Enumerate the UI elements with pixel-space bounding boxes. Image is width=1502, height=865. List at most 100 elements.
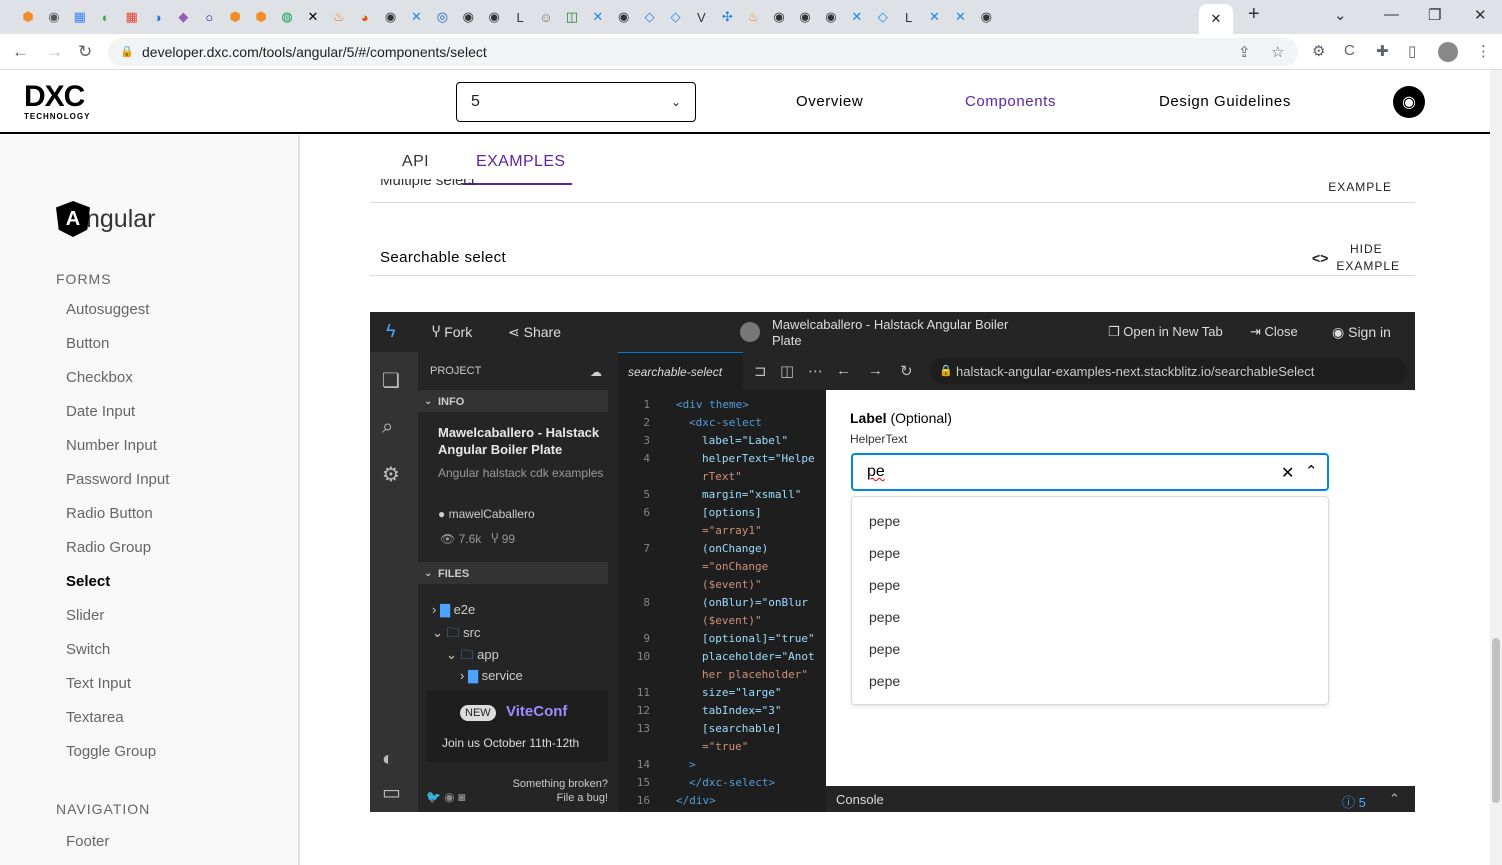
chevron-up-icon[interactable]: ⌃ [1305, 462, 1318, 480]
sidebar-item-radio-button[interactable]: Radio Button [66, 505, 153, 522]
select-option[interactable]: pepe [869, 577, 900, 593]
new-tab-button[interactable]: + [1248, 3, 1260, 26]
code-line[interactable]: helperText="Helpe [702, 452, 815, 465]
pinned-tab-favicon-icon[interactable]: ✣ [717, 7, 737, 27]
pin-icon[interactable]: ⊐ [754, 362, 767, 380]
pinned-tab-favicon-icon[interactable]: ◇ [666, 7, 686, 27]
sidebar-item-button[interactable]: Button [66, 335, 109, 352]
pinned-tab-favicon-icon[interactable]: ☺ [536, 7, 556, 27]
info-section-header[interactable]: ⌄ INFO [418, 390, 608, 412]
sidebar-item-text-input[interactable]: Text Input [66, 675, 131, 692]
code-line[interactable]: [searchable] [702, 722, 781, 735]
sidebar-item-switch[interactable]: Switch [66, 641, 110, 658]
pinned-tab-favicon-icon[interactable]: ◉ [795, 7, 815, 27]
pinned-tab-favicon-icon[interactable]: ◎ [432, 7, 452, 27]
code-line[interactable]: (onBlur)="onBlur [702, 596, 808, 609]
pinned-tab-favicon-icon[interactable]: ◆ [173, 7, 193, 27]
sidebar-item-checkbox[interactable]: Checkbox [66, 369, 133, 386]
pinned-tab-favicon-icon[interactable]: ◉ [484, 7, 504, 27]
settings-gear-icon[interactable]: ⚙ [382, 462, 400, 487]
cloud-icon[interactable]: ☁ [590, 365, 602, 379]
file-tree-item[interactable]: › ▇ e2e [432, 602, 475, 618]
code-line[interactable]: rText" [702, 470, 742, 483]
select-option[interactable]: pepe [869, 609, 900, 625]
sidebar-item-select[interactable]: Select [66, 573, 110, 590]
editor-tab[interactable]: searchable-select [618, 352, 743, 390]
sidebar-item-number-input[interactable]: Number Input [66, 437, 157, 454]
side-panel-icon[interactable]: ▯ [1408, 42, 1416, 60]
code-line[interactable]: ="array1" [702, 524, 762, 537]
code-line[interactable]: size="large" [702, 686, 781, 699]
pinned-tab-favicon-icon[interactable]: ◉ [976, 7, 996, 27]
select-option[interactable]: pepe [869, 545, 900, 561]
tab-api[interactable]: API [402, 153, 429, 171]
search-icon[interactable]: ⌕ [382, 416, 393, 439]
back-icon[interactable]: ← [12, 42, 29, 62]
pinned-tab-favicon-icon[interactable]: ⬢ [18, 7, 38, 27]
preview-url-bar[interactable]: 🔒 halstack-angular-examples-next.stackbl… [930, 358, 1408, 384]
page-scrollbar[interactable] [1490, 70, 1502, 865]
scrollbar-thumb[interactable] [1492, 638, 1500, 803]
pinned-tab-favicon-icon[interactable]: ◉ [614, 7, 634, 27]
file-tree-item[interactable]: ⌄ 🗀 src [432, 624, 480, 646]
pinned-tab-favicon-icon[interactable]: ◑ [148, 7, 168, 27]
share-button[interactable]: ⋖ Share [508, 324, 561, 341]
report-bug-link[interactable]: Something broken? File a bug! [513, 777, 608, 805]
console-bar[interactable]: Console ⓘ 5 ⌃ [826, 786, 1415, 812]
close-window-icon[interactable]: ✕ [1474, 6, 1487, 24]
pinned-tab-favicon-icon[interactable]: ♨ [329, 7, 349, 27]
code-line[interactable]: > [689, 758, 696, 771]
files-section-header[interactable]: ⌄ FILES [418, 562, 608, 584]
pinned-tab-favicon-icon[interactable]: L [899, 7, 919, 27]
restore-icon[interactable]: ❐ [1428, 6, 1441, 24]
address-bar[interactable]: 🔒 developer.dxc.com/tools/angular/5/#/co… [108, 38, 1298, 66]
pinned-tab-favicon-icon[interactable]: ⬢ [251, 7, 271, 27]
nav-design-guidelines[interactable]: Design Guidelines [1159, 93, 1291, 110]
close-tab-icon[interactable]: ✕ [1211, 11, 1222, 27]
nav-components[interactable]: Components [965, 93, 1056, 110]
code-line[interactable]: [optional]="true" [702, 632, 815, 645]
layout-icon[interactable]: ▭ [382, 780, 401, 805]
pinned-tab-favicon-icon[interactable]: ✕ [925, 7, 945, 27]
sign-in-button[interactable]: ◉ Sign in [1332, 324, 1391, 341]
reload-icon[interactable]: ↻ [900, 362, 913, 380]
pinned-tab-favicon-icon[interactable]: ◕ [355, 7, 375, 27]
select-option[interactable]: pepe [869, 673, 900, 689]
social-icons[interactable]: 🐦 ◉ ◙ [426, 790, 465, 804]
info-user[interactable]: ● mawelCaballero [438, 507, 535, 521]
code-line[interactable]: <div theme> [676, 398, 749, 411]
code-line[interactable]: margin="xsmall" [702, 488, 801, 501]
tab-examples[interactable]: EXAMPLES [476, 153, 565, 171]
github-icon[interactable]: ◉ [1393, 86, 1425, 118]
clear-icon[interactable]: ✕ [1281, 463, 1294, 483]
code-line[interactable]: </dxc-select> [689, 776, 775, 789]
pinned-tab-favicon-icon[interactable]: ▦ [70, 7, 90, 27]
forward-icon[interactable]: → [868, 362, 883, 379]
pinned-tab-favicon-icon[interactable]: ◉ [821, 7, 841, 27]
nav-overview[interactable]: Overview [796, 93, 863, 110]
sidebar-item-slider[interactable]: Slider [66, 607, 104, 624]
sidebar-item-footer[interactable]: Footer [66, 833, 109, 850]
pinned-tab-favicon-icon[interactable]: ◉ [44, 7, 64, 27]
pinned-tab-favicon-icon[interactable]: ✕ [847, 7, 867, 27]
select-option[interactable]: pepe [869, 641, 900, 657]
sidebar-item-password-input[interactable]: Password Input [66, 471, 169, 488]
fork-button[interactable]: Ⴤ Fork [432, 324, 472, 341]
sidebar-item-date-input[interactable]: Date Input [66, 403, 135, 420]
code-line[interactable]: placeholder="Anot [702, 650, 815, 663]
version-select[interactable]: 5 ⌄ [456, 82, 696, 122]
forward-icon[interactable]: → [46, 42, 63, 62]
share-icon[interactable]: ⇪ [1238, 43, 1251, 61]
pinned-tab-favicon-icon[interactable]: ◉ [769, 7, 789, 27]
pinned-tab-favicon-icon[interactable]: ◇ [873, 7, 893, 27]
pinned-tab-favicon-icon[interactable]: ○ [199, 7, 219, 27]
code-line[interactable]: ($event)" [702, 578, 762, 591]
minimize-icon[interactable]: — [1384, 6, 1399, 23]
sidebar-item-autosuggest[interactable]: Autosuggest [66, 301, 149, 318]
more-options-icon[interactable]: ⋯ [808, 362, 823, 380]
theme-toggle-icon[interactable]: ◐ [382, 748, 394, 771]
files-icon[interactable]: ❏ [382, 368, 400, 393]
split-view-icon[interactable]: ◫ [780, 362, 794, 380]
pinned-tab-favicon-icon[interactable]: ✕ [950, 7, 970, 27]
pinned-tab-favicon-icon[interactable]: ✕ [588, 7, 608, 27]
